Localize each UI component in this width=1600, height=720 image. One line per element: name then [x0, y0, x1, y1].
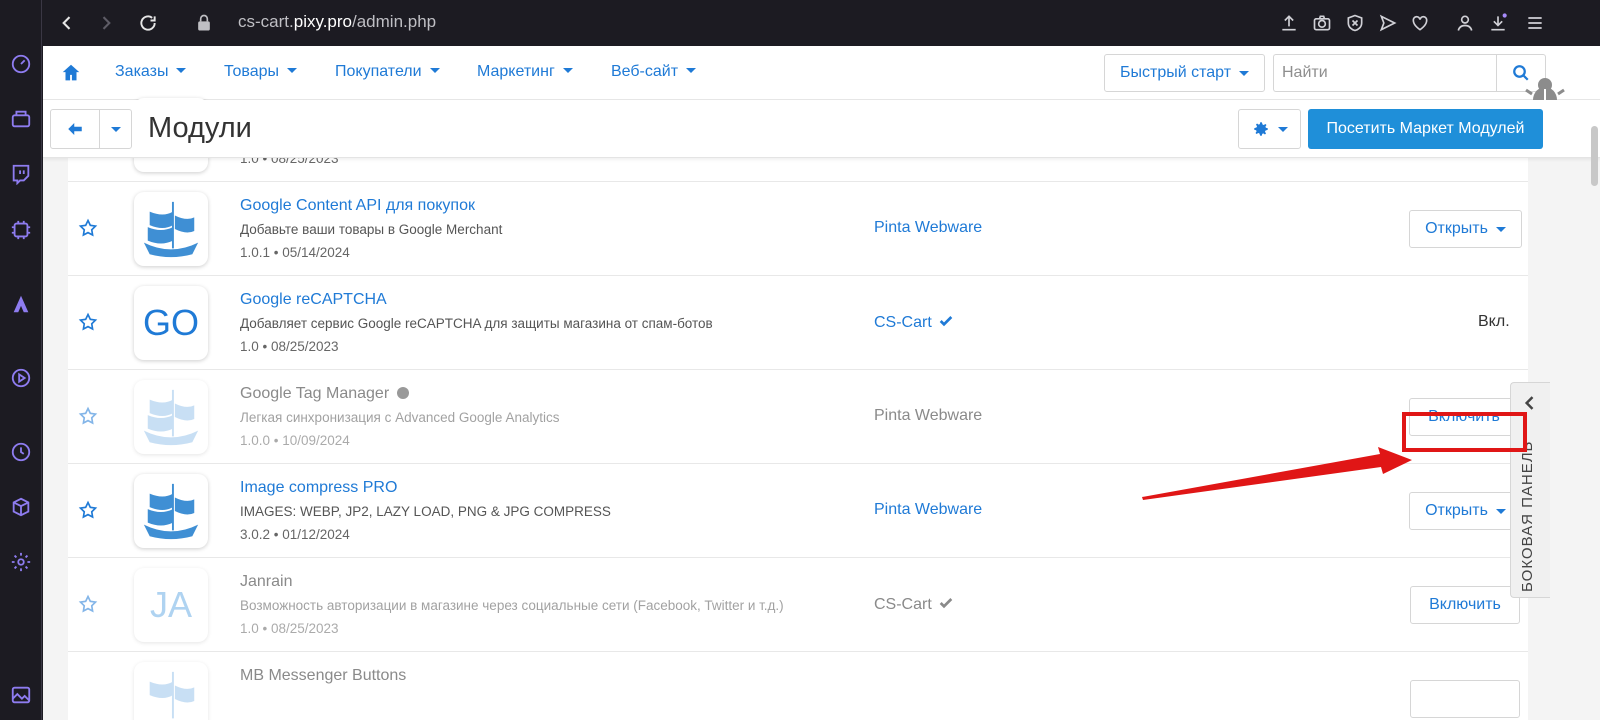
module-open-button[interactable]: Открыть [1409, 210, 1522, 248]
visit-market-button[interactable]: Посетить Маркет Модулей [1308, 109, 1543, 149]
side-panel-label: БОКОВАЯ ПАНЕЛЬ [1519, 440, 1536, 592]
module-name[interactable]: MB Messenger Buttons [240, 667, 406, 685]
annotation-highlight-box [1402, 412, 1527, 452]
page-title: Модули [148, 112, 252, 144]
browser-toolbar: cs-cart.pixy.pro/admin.php [42, 0, 1600, 46]
settings-icon[interactable] [7, 548, 35, 576]
admin-page: Заказы Товары Покупатели Маркетинг Веб-с… [43, 46, 1600, 720]
module-logo [134, 662, 208, 720]
module-developer[interactable]: CS-Cart [874, 313, 954, 332]
list-item: Google Tag Manager Легкая синхронизация … [68, 370, 1528, 464]
enable-button[interactable]: Включить [1410, 586, 1520, 624]
search-input[interactable] [1273, 54, 1496, 92]
module-description: Добавляет сервис Google reCAPTCHA для за… [240, 316, 713, 331]
gear-icon [1253, 122, 1268, 136]
list-item: Google Content API для покупок Добавьте … [68, 182, 1528, 276]
menu-orders[interactable]: Заказы [115, 63, 187, 81]
gallery-icon[interactable] [7, 681, 35, 709]
module-developer[interactable]: Pinta Webware [874, 501, 982, 519]
module-name[interactable]: Google Content API для покупок [240, 197, 475, 215]
forward-icon[interactable] [92, 9, 120, 37]
module-description: IMAGES: WEBP, JP2, LAZY LOAD, PNG & JPG … [240, 504, 611, 519]
chip-icon[interactable] [7, 216, 35, 244]
list-item: MB Messenger Buttons [68, 652, 1528, 720]
home-icon[interactable] [60, 62, 82, 84]
browser-sidebar [0, 0, 42, 720]
modules-list: 1.0 • 08/25/2023 Google Content API для … [68, 98, 1528, 720]
star-icon[interactable] [78, 594, 98, 614]
chevron-down-icon [110, 126, 121, 132]
chevron-left-icon[interactable] [1520, 393, 1540, 413]
camera-icon[interactable] [1309, 10, 1335, 36]
wallet-icon[interactable] [7, 105, 35, 133]
scrollbar[interactable] [1591, 126, 1598, 186]
player-icon[interactable] [7, 364, 35, 392]
back-icon[interactable] [53, 9, 81, 37]
module-version: 1.0 • 08/25/2023 [240, 339, 339, 354]
quick-start-button[interactable]: Быстрый старт [1104, 54, 1265, 92]
ship-logo-icon [143, 483, 199, 540]
list-item: JA Janrain Возможность авторизации в маг… [68, 558, 1528, 652]
module-version: 1.0.0 • 10/09/2024 [240, 433, 350, 448]
star-icon[interactable] [78, 406, 98, 426]
list-item: Image compress PRO IMAGES: WEBP, JP2, LA… [68, 464, 1528, 558]
ship-logo-icon [143, 201, 199, 258]
heart-icon[interactable] [1407, 10, 1433, 36]
module-version: 1.0.1 • 05/14/2024 [240, 245, 350, 260]
share-icon[interactable] [1276, 10, 1302, 36]
module-developer[interactable]: Pinta Webware [874, 219, 982, 237]
module-logo: JA [134, 568, 208, 642]
ship-logo-icon [149, 671, 195, 719]
twitch-icon[interactable] [7, 160, 35, 188]
module-developer[interactable]: Pinta Webware [874, 407, 982, 425]
menu-website[interactable]: Веб-сайт [611, 63, 697, 81]
module-description: Возможность авторизации в магазине через… [240, 598, 784, 613]
title-bar: Модули Посетить Маркет Модулей [43, 100, 1600, 158]
aria-icon[interactable] [7, 290, 35, 318]
module-logo [134, 380, 208, 454]
module-name[interactable]: Google reCAPTCHA [240, 291, 387, 309]
menu-customers[interactable]: Покупатели [335, 63, 440, 81]
module-description: Легкая синхронизация с Advanced Google A… [240, 410, 560, 425]
settings-button[interactable] [1238, 109, 1301, 149]
module-name[interactable]: Image compress PRO [240, 479, 397, 497]
module-logo: GO [134, 286, 208, 360]
lock-icon[interactable] [190, 9, 218, 37]
status-dot-icon [397, 387, 410, 399]
address-bar[interactable]: cs-cart.pixy.pro/admin.php [238, 12, 436, 32]
module-description: Добавьте ваши товары в Google Merchant [240, 222, 503, 237]
verified-check-icon [939, 316, 953, 327]
module-developer[interactable]: CS-Cart [874, 595, 954, 614]
download-icon[interactable] [1485, 10, 1511, 36]
module-name[interactable]: Janrain [240, 573, 292, 591]
reload-icon[interactable] [134, 9, 162, 37]
list-item: GO Google reCAPTCHA Добавляет сервис Goo… [68, 276, 1528, 370]
profile-icon[interactable] [1452, 10, 1478, 36]
module-action-button[interactable] [1410, 680, 1520, 718]
module-name[interactable]: Google Tag Manager [240, 385, 410, 403]
ship-logo-icon [143, 389, 199, 446]
star-icon[interactable] [78, 218, 98, 238]
adblock-icon[interactable] [1342, 10, 1368, 36]
back-dropdown-button[interactable] [99, 109, 132, 149]
speed-dial-icon[interactable] [7, 50, 35, 78]
module-logo [134, 192, 208, 266]
module-logo [134, 474, 208, 548]
send-icon[interactable] [1375, 10, 1401, 36]
back-button[interactable] [50, 109, 100, 149]
star-icon[interactable] [78, 500, 98, 520]
menu-icon[interactable] [1522, 10, 1548, 36]
module-version: 1.0 • 08/25/2023 [240, 621, 339, 636]
cube-icon[interactable] [7, 493, 35, 521]
history-icon[interactable] [7, 438, 35, 466]
verified-check-icon [939, 598, 953, 609]
arrow-left-icon [68, 123, 82, 135]
star-icon[interactable] [78, 312, 98, 332]
module-version: 3.0.2 • 01/12/2024 [240, 527, 350, 542]
menu-marketing[interactable]: Маркетинг [477, 63, 573, 81]
menu-products[interactable]: Товары [224, 63, 298, 81]
module-status: Вкл. [1478, 313, 1510, 330]
module-open-button[interactable]: Открыть [1409, 492, 1522, 530]
